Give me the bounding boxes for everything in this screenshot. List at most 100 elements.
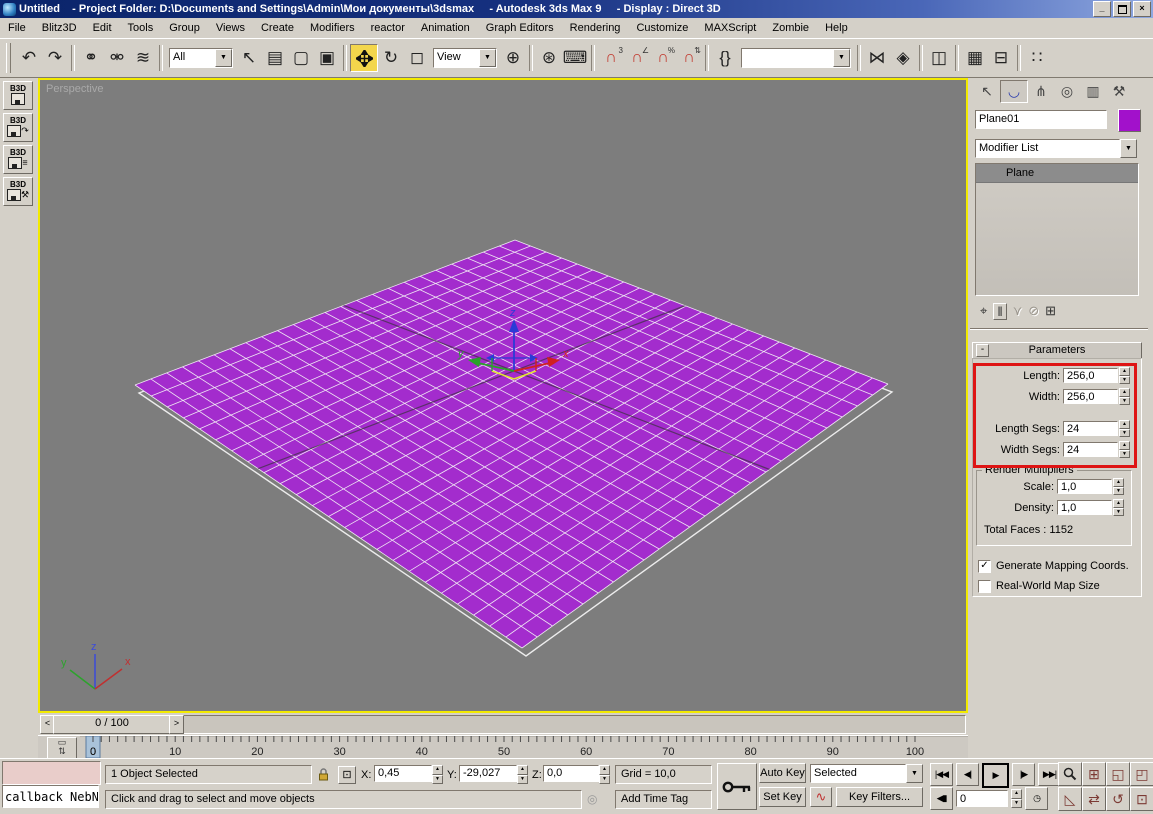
- spinner-snap-button[interactable]: ∩⇅: [676, 45, 702, 71]
- spinner-up-icon[interactable]: ▲: [1113, 499, 1124, 508]
- default-tangent-button[interactable]: ∿: [810, 787, 832, 807]
- spinner-down-icon[interactable]: ▼: [599, 775, 610, 785]
- tab-modify[interactable]: ◡: [1000, 80, 1028, 103]
- menu-help[interactable]: Help: [817, 19, 856, 37]
- next-frame-button[interactable]: |▶: [1012, 763, 1035, 786]
- arc-rotate-button[interactable]: ↺: [1106, 787, 1130, 811]
- render-multiplier-spinner[interactable]: ▲▼: [1113, 478, 1124, 495]
- dropdown-arrow-icon[interactable]: ▼: [1120, 139, 1137, 158]
- b3d-export-button[interactable]: B3D↷: [3, 113, 33, 142]
- b3d-export-list-button[interactable]: B3D≡: [3, 145, 33, 174]
- tab-motion[interactable]: ◎: [1054, 81, 1080, 102]
- go-to-start-button[interactable]: |◀◀: [930, 763, 953, 786]
- reference-coordinate-system-dropdown[interactable]: View▼: [433, 48, 497, 68]
- toolbar-drag-handle[interactable]: [6, 43, 11, 73]
- modifier-stack-list[interactable]: Plane: [975, 163, 1139, 296]
- frame-spinner[interactable]: ▲▼: [1011, 789, 1022, 808]
- snap-toggle-3d-button[interactable]: ∩3: [598, 45, 624, 71]
- bind-to-space-warp-button[interactable]: ≋: [130, 45, 156, 71]
- zoom-extents-button[interactable]: ◱: [1106, 762, 1130, 786]
- checkbox-checked[interactable]: ✓: [978, 560, 991, 573]
- menu-graph-editors[interactable]: Graph Editors: [478, 19, 562, 37]
- tab-utilities[interactable]: ⚒: [1106, 81, 1132, 102]
- pin-stack-icon[interactable]: ⌖: [980, 303, 987, 319]
- angle-snap-button[interactable]: ∩∠: [624, 45, 650, 71]
- absolute-mode-toggle-button[interactable]: ⊡: [338, 766, 356, 784]
- mirror-button[interactable]: ⋈: [864, 45, 890, 71]
- add-time-tag[interactable]: Add Time Tag: [615, 790, 712, 809]
- rectangular-selection-region-button[interactable]: ▢: [288, 45, 314, 71]
- manage-layers-button[interactable]: ◫: [926, 45, 952, 71]
- y-coord-field[interactable]: -29,027: [459, 765, 517, 782]
- undo-button[interactable]: ↶: [16, 45, 42, 71]
- menu-views[interactable]: Views: [208, 19, 253, 37]
- align-button[interactable]: ◈: [890, 45, 916, 71]
- spinner-down-icon[interactable]: ▼: [1113, 508, 1124, 517]
- selection-filter-dropdown[interactable]: All▼: [169, 48, 233, 68]
- time-configuration-button[interactable]: ◷: [1025, 787, 1048, 810]
- unlink-selection-button[interactable]: ⚮: [104, 45, 130, 71]
- remove-modifier-icon[interactable]: ⊘: [1028, 303, 1039, 319]
- key-mode-toggle-button[interactable]: ◀▮: [930, 787, 953, 810]
- spinner-up-icon[interactable]: ▲: [517, 765, 528, 775]
- select-object-button[interactable]: ↖: [236, 45, 262, 71]
- select-by-name-button[interactable]: ▤: [262, 45, 288, 71]
- dropdown-arrow-icon[interactable]: ▼: [833, 49, 850, 67]
- stack-item-plane[interactable]: Plane: [976, 164, 1138, 183]
- time-slider-handle[interactable]: 0 / 100: [53, 715, 171, 734]
- menu-zombie[interactable]: Zombie: [764, 19, 817, 37]
- track-bar[interactable]: ▭⇅ 01020304050607080901000: [38, 735, 968, 759]
- named-selection-dropdown[interactable]: ▼: [741, 48, 851, 68]
- select-and-scale-button[interactable]: ◻: [404, 45, 430, 71]
- b3d-settings-button[interactable]: B3D⚒: [3, 177, 33, 206]
- percent-snap-button[interactable]: ∩%: [650, 45, 676, 71]
- curve-editor-button[interactable]: ▦: [962, 45, 988, 71]
- menu-edit[interactable]: Edit: [85, 19, 120, 37]
- menu-tools[interactable]: Tools: [120, 19, 162, 37]
- set-key-button[interactable]: Set Key: [759, 787, 806, 807]
- menu-customize[interactable]: Customize: [628, 19, 696, 37]
- play-button[interactable]: ▶: [982, 763, 1009, 788]
- dropdown-arrow-icon[interactable]: ▼: [215, 49, 232, 67]
- select-and-move-button[interactable]: [350, 44, 378, 72]
- field-of-view-button[interactable]: ◺: [1058, 787, 1082, 811]
- x-coord-spinner[interactable]: ▲▼: [432, 765, 443, 784]
- modifier-list-dropdown[interactable]: Modifier List ▼: [975, 139, 1137, 158]
- use-pivot-point-center-button[interactable]: ⊕: [500, 45, 526, 71]
- z-coord-spinner[interactable]: ▲▼: [599, 765, 610, 784]
- current-frame-field[interactable]: 0: [956, 790, 1008, 807]
- object-color-swatch[interactable]: [1118, 109, 1141, 132]
- viewport-canvas[interactable]: zxyzyx: [40, 80, 966, 713]
- spinner-up-icon[interactable]: ▲: [599, 765, 610, 775]
- select-and-rotate-button[interactable]: ↻: [378, 45, 404, 71]
- minimize-button[interactable]: _: [1093, 1, 1111, 17]
- z-coord-field[interactable]: 0,0: [543, 765, 599, 782]
- zoom-button[interactable]: [1058, 762, 1082, 786]
- b3d-save-button[interactable]: B3D: [3, 81, 33, 110]
- spinner-down-icon[interactable]: ▼: [432, 775, 443, 785]
- key-filter-dropdown[interactable]: Selected ▼: [810, 764, 923, 783]
- selection-lock-icon[interactable]: [318, 767, 329, 784]
- close-button[interactable]: ×: [1133, 1, 1151, 17]
- tab-hierarchy[interactable]: ⋔: [1028, 81, 1054, 102]
- named-selection-sets-button[interactable]: {}: [712, 45, 738, 71]
- object-name-field[interactable]: Plane01: [975, 110, 1107, 129]
- viewport-label[interactable]: Perspective: [46, 83, 103, 95]
- menu-animation[interactable]: Animation: [413, 19, 478, 37]
- dropdown-arrow-icon[interactable]: ▼: [479, 49, 496, 67]
- maxscript-listener-line[interactable]: callback NebN: [2, 785, 99, 808]
- auto-key-button[interactable]: Auto Key: [759, 763, 806, 783]
- menu-file[interactable]: File: [0, 19, 34, 37]
- menu-create[interactable]: Create: [253, 19, 302, 37]
- time-slider-next-button[interactable]: >: [169, 715, 184, 734]
- rollout-collapse-icon[interactable]: -: [976, 344, 989, 357]
- menu-group[interactable]: Group: [161, 19, 208, 37]
- min-max-toggle-button[interactable]: ⊡: [1130, 787, 1153, 811]
- checkbox-unchecked[interactable]: [978, 580, 991, 593]
- menu-blitz3d[interactable]: Blitz3D: [34, 19, 85, 37]
- tab-create[interactable]: ↖: [974, 81, 1000, 102]
- show-end-result-icon[interactable]: ‖: [993, 303, 1006, 320]
- menu-modifiers[interactable]: Modifiers: [302, 19, 363, 37]
- menu-rendering[interactable]: Rendering: [562, 19, 629, 37]
- keyboard-shortcut-override-button[interactable]: ⌨: [562, 45, 588, 71]
